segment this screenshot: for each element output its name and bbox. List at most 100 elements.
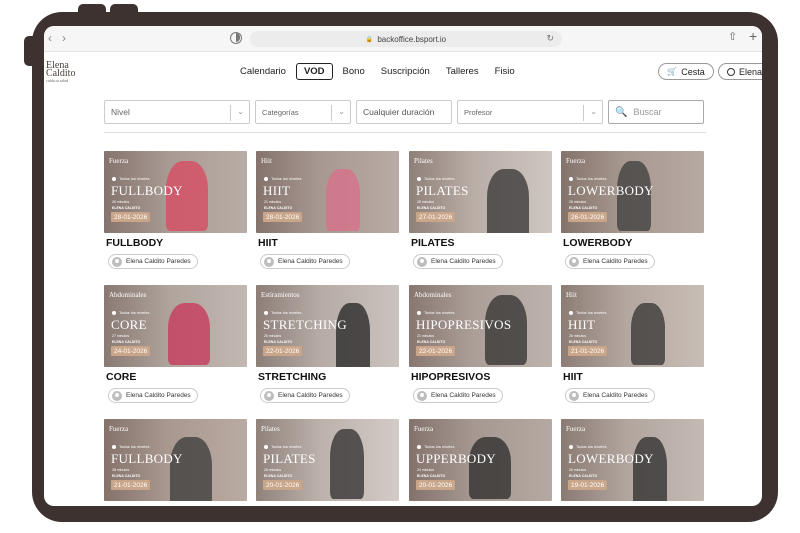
user-label: Elena	[739, 66, 762, 77]
thumbnail-duration: 26 minutos	[569, 334, 587, 338]
card-title[interactable]: FULLBODY	[106, 237, 163, 249]
teacher-chip[interactable]: Elena Caldito Paredes	[108, 254, 198, 269]
card-title[interactable]: STRETCHING	[258, 371, 326, 383]
video-thumbnail[interactable]: Fuerza Todos los niveles LOWERBODY 26 mi…	[561, 151, 704, 233]
card-title[interactable]: HIIT	[258, 237, 278, 249]
video-thumbnail[interactable]: Abdominales Todos los niveles HIPOPRESIV…	[409, 285, 552, 367]
reload-icon[interactable]: ↻	[546, 33, 554, 44]
avatar-icon	[264, 256, 274, 267]
nav-item-bono[interactable]: Bono	[335, 63, 373, 80]
thumbnail-level: Todos los niveles	[112, 444, 149, 449]
address-bar[interactable]: 🔒 backoffice.bsport.io ↻	[250, 31, 562, 47]
level-dot-icon	[112, 444, 116, 449]
video-thumbnail[interactable]: Hiit Todos los niveles HIIT 21 minutos E…	[256, 151, 399, 233]
tablet-screen: ‹ › 🔒 backoffice.bsport.io ↻ ⇧ + Elena C…	[44, 26, 762, 506]
instructor-figure	[170, 437, 212, 501]
level-text: Todos los niveles	[271, 444, 302, 449]
thumbnail-level: Todos los niveles	[569, 444, 606, 449]
teacher-name: Elena Caldito Paredes	[126, 392, 191, 399]
teacher-chip[interactable]: Elena Caldito Paredes	[565, 254, 655, 269]
level-text: Todos los niveles	[424, 176, 455, 181]
teacher-chip[interactable]: Elena Caldito Paredes	[565, 388, 655, 403]
video-thumbnail[interactable]: Fuerza Todos los niveles LOWERBODY 26 mi…	[561, 419, 704, 501]
avatar-icon	[112, 256, 122, 267]
share-icon[interactable]: ⇧	[728, 30, 737, 43]
video-card[interactable]: Hiit Todos los niveles HIIT 26 minutos E…	[561, 285, 704, 403]
forward-icon[interactable]: ›	[62, 31, 66, 45]
nav-item-fisio[interactable]: Fisio	[487, 63, 523, 80]
video-card[interactable]: Fuerza Todos los niveles UPPERBODY 24 mi…	[409, 419, 552, 501]
new-tab-icon[interactable]: +	[749, 28, 757, 44]
back-icon[interactable]: ‹	[48, 31, 52, 45]
level-select[interactable]: Nivel ⌄	[104, 100, 250, 124]
thumbnail-author: ELENA CALDITO	[569, 206, 598, 210]
card-title[interactable]: HIIT	[563, 371, 583, 383]
thumbnail-level: Todos los niveles	[417, 176, 454, 181]
level-dot-icon	[112, 310, 116, 315]
video-thumbnail[interactable]: Estiramientos Todos los niveles STRETCHI…	[256, 285, 399, 367]
thumbnail-duration: 26 minutos	[264, 334, 282, 338]
video-card[interactable]: Estiramientos Todos los niveles STRETCHI…	[256, 285, 399, 403]
instructor-figure	[631, 303, 665, 365]
thumbnail-date: 21-01-2026	[111, 480, 151, 490]
video-card[interactable]: Abdominales Todos los niveles CORE 27 mi…	[104, 285, 247, 403]
level-text: Todos los niveles	[271, 176, 302, 181]
nav-item-vod[interactable]: VOD	[295, 63, 333, 80]
chevron-down-icon: ⌄	[237, 107, 244, 116]
teacher-name: Elena Caldito Paredes	[278, 392, 343, 399]
card-title[interactable]: LOWERBODY	[563, 237, 632, 249]
nav-item-calendario[interactable]: Calendario	[232, 63, 294, 80]
video-card[interactable]: Pilates Todos los niveles PILATES 26 min…	[256, 419, 399, 501]
video-card[interactable]: Fuerza Todos los niveles FULLBODY 28 min…	[104, 419, 247, 501]
categories-select[interactable]: Categorías ⌄	[255, 100, 351, 124]
thumbnail-category: Fuerza	[109, 425, 129, 433]
thumbnail-title: LOWERBODY	[568, 451, 654, 466]
duration-select[interactable]: Cualquier duración	[356, 100, 452, 124]
divider	[104, 132, 706, 133]
instructor-figure	[330, 429, 364, 499]
user-menu-button[interactable]: Elena	[718, 63, 762, 80]
video-card[interactable]: Fuerza Todos los niveles LOWERBODY 26 mi…	[561, 419, 704, 501]
video-thumbnail[interactable]: Fuerza Todos los niveles UPPERBODY 24 mi…	[409, 419, 552, 501]
cart-button[interactable]: 🛒 Cesta	[658, 63, 714, 80]
video-card[interactable]: Fuerza Todos los niveles LOWERBODY 26 mi…	[561, 151, 704, 269]
video-thumbnail[interactable]: Fuerza Todos los niveles FULLBODY 26 min…	[104, 151, 247, 233]
teacher-select[interactable]: Profesor ⌄	[457, 100, 603, 124]
nav-item-talleres[interactable]: Talleres	[438, 63, 487, 80]
teacher-chip[interactable]: Elena Caldito Paredes	[260, 388, 350, 403]
stage: ‹ › 🔒 backoffice.bsport.io ↻ ⇧ + Elena C…	[0, 0, 800, 533]
card-title[interactable]: CORE	[106, 371, 136, 383]
video-card[interactable]: Hiit Todos los niveles HIIT 21 minutos E…	[256, 151, 399, 269]
thumbnail-date: 24-01-2026	[111, 346, 151, 356]
instructor-figure	[633, 437, 667, 501]
site-logo[interactable]: Elena Caldito cuida tu salud	[46, 61, 75, 84]
card-title[interactable]: HIPOPRESIVOS	[411, 371, 490, 383]
video-thumbnail[interactable]: Fuerza Todos los niveles FULLBODY 28 min…	[104, 419, 247, 501]
nav-item-suscripción[interactable]: Suscripción	[373, 63, 438, 80]
video-thumbnail[interactable]: Abdominales Todos los niveles CORE 27 mi…	[104, 285, 247, 367]
thumbnail-date: 20-01-2026	[263, 480, 303, 490]
instructor-figure	[469, 437, 511, 499]
teacher-name: Elena Caldito Paredes	[278, 258, 343, 265]
search-input[interactable]: 🔍 Buscar	[608, 100, 704, 124]
card-title[interactable]: PILATES	[411, 237, 455, 249]
main-nav: Calendario VOD Bono Suscripción Talleres Fisi…	[232, 63, 523, 80]
video-card[interactable]: Abdominales Todos los niveles HIPOPRESIV…	[409, 285, 552, 403]
teacher-chip[interactable]: Elena Caldito Paredes	[413, 254, 503, 269]
teacher-chip[interactable]: Elena Caldito Paredes	[108, 388, 198, 403]
thumbnail-date: 22-01-2026	[416, 346, 456, 356]
thumbnail-level: Todos los niveles	[112, 176, 149, 181]
video-card[interactable]: Pilates Todos los niveles PILATES 28 min…	[409, 151, 552, 269]
thumbnail-level: Todos los niveles	[264, 444, 301, 449]
privacy-shield-icon[interactable]	[230, 32, 242, 44]
teacher-chip[interactable]: Elena Caldito Paredes	[260, 254, 350, 269]
thumbnail-category: Pilates	[261, 425, 280, 433]
video-card[interactable]: Fuerza Todos los niveles FULLBODY 26 min…	[104, 151, 247, 269]
teacher-chip[interactable]: Elena Caldito Paredes	[413, 388, 503, 403]
video-thumbnail[interactable]: Hiit Todos los niveles HIIT 26 minutos E…	[561, 285, 704, 367]
video-thumbnail[interactable]: Pilates Todos los niveles PILATES 26 min…	[256, 419, 399, 501]
instructor-figure	[326, 169, 360, 231]
thumbnail-title: PILATES	[416, 183, 469, 198]
level-text: Todos los niveles	[424, 444, 455, 449]
video-thumbnail[interactable]: Pilates Todos los niveles PILATES 28 min…	[409, 151, 552, 233]
